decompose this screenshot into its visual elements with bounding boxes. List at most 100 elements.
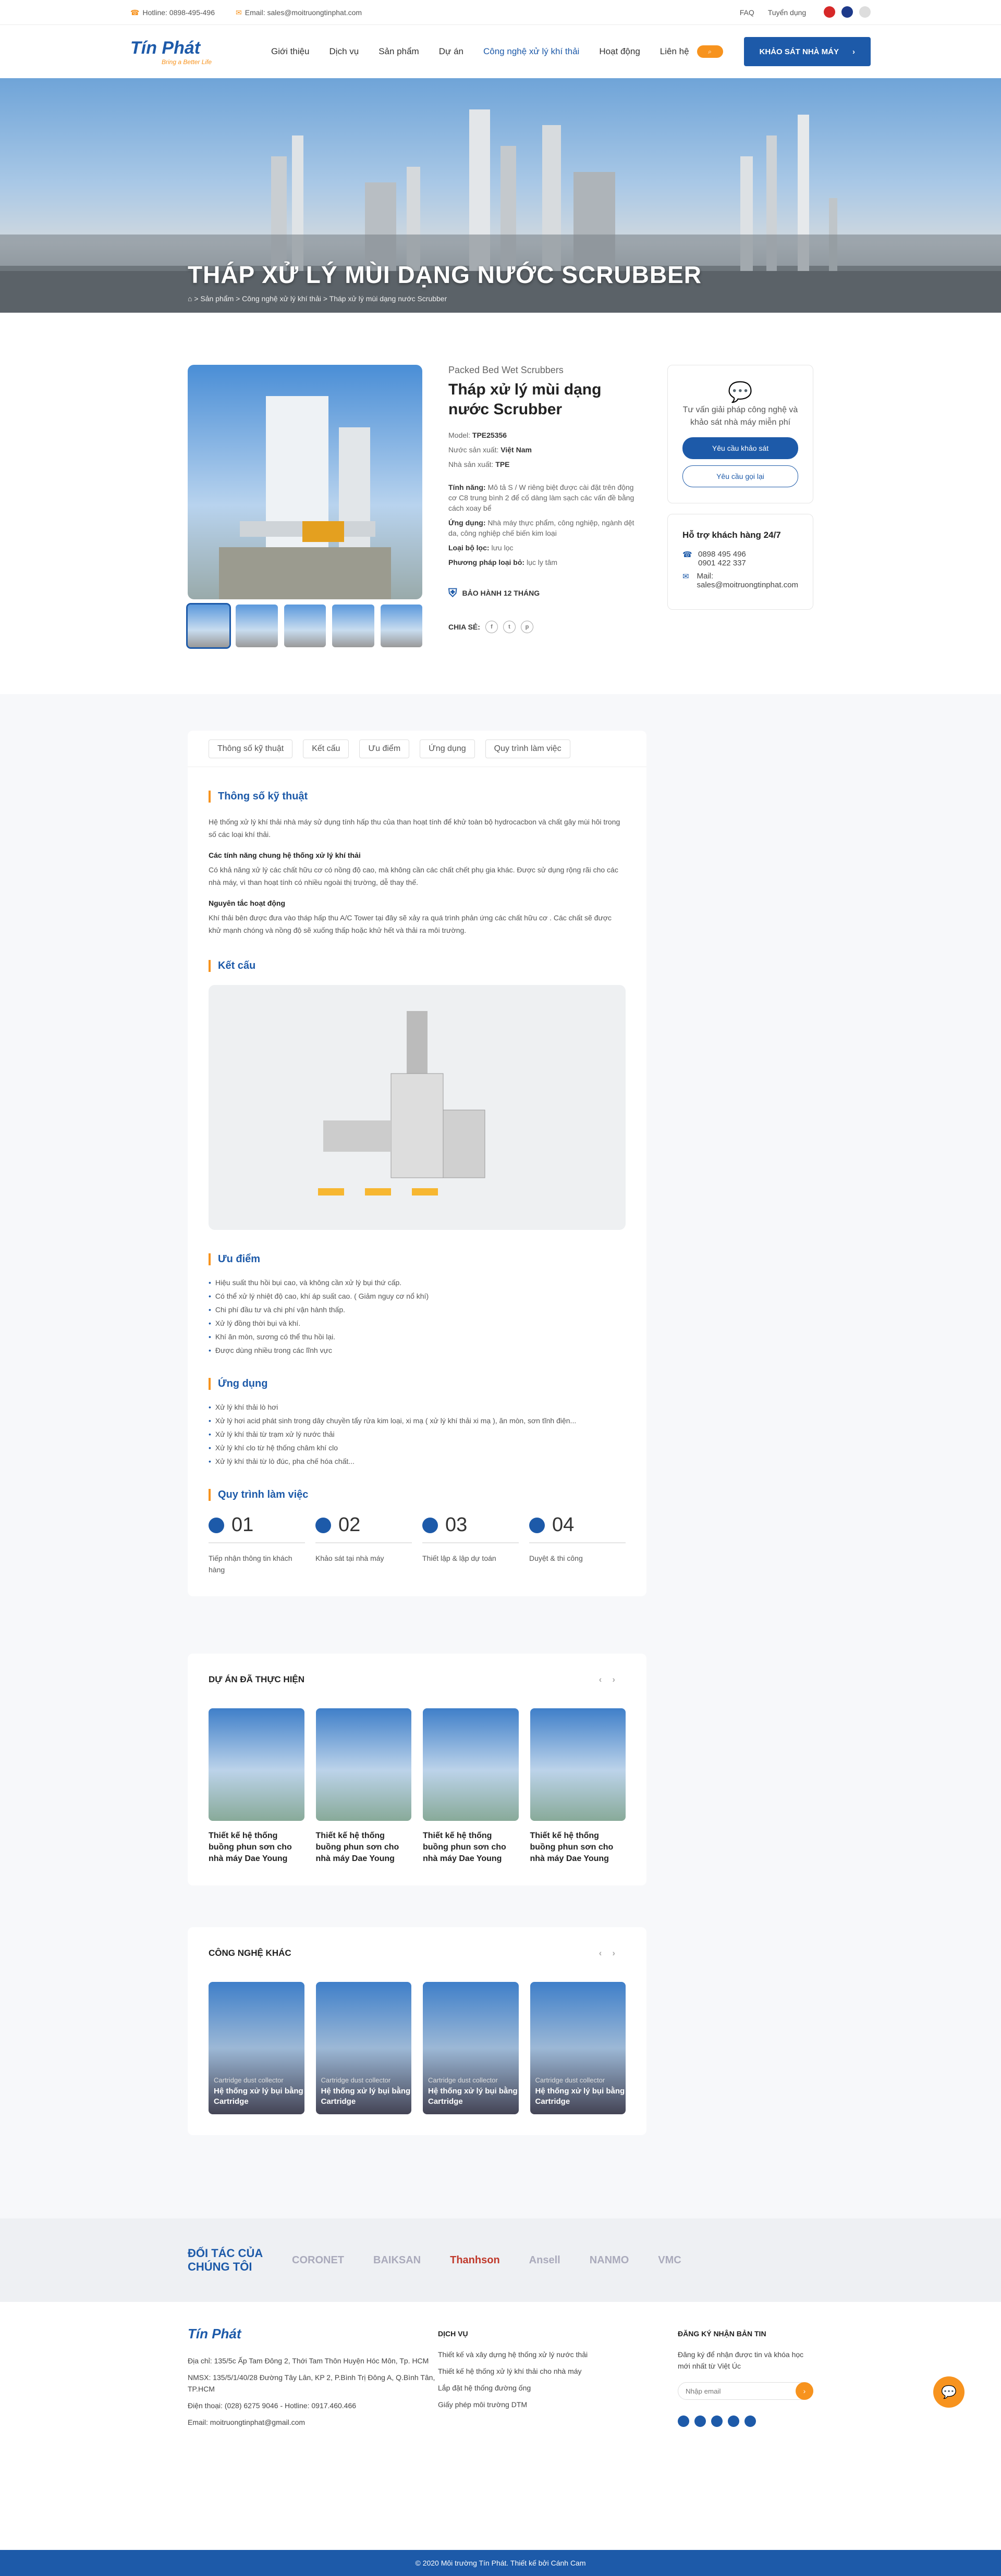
partner-logo[interactable]: CORONET bbox=[292, 2254, 344, 2266]
footer-link[interactable]: Thiết kế và xây dựng hệ thống xử lý nước… bbox=[438, 2349, 678, 2360]
pinterest-icon[interactable]: p bbox=[520, 621, 533, 633]
breadcrumb[interactable]: ⌂ > Sản phẩm > Công nghệ xử lý khí thải … bbox=[188, 294, 447, 303]
thumbnail[interactable] bbox=[186, 603, 231, 649]
chevron-left-icon[interactable]: ‹ bbox=[599, 1674, 613, 1684]
whatsapp-icon[interactable] bbox=[744, 2415, 756, 2427]
email[interactable]: ✉ Email: sales@moitruongtinphat.com bbox=[236, 8, 362, 17]
youtube-icon[interactable] bbox=[694, 2415, 706, 2427]
structure-diagram bbox=[209, 985, 626, 1230]
mail-icon[interactable] bbox=[728, 2415, 739, 2427]
partner-logo[interactable]: VMC bbox=[658, 2254, 681, 2266]
logo-tagline: Bring a Better Life bbox=[162, 58, 212, 66]
chevron-left-icon[interactable]: ‹ bbox=[599, 1948, 613, 1958]
maker-value: TPE bbox=[495, 460, 510, 469]
partner-logo[interactable]: Thanhson bbox=[450, 2254, 500, 2266]
search-icon[interactable]: ⌕ bbox=[697, 45, 723, 58]
tab-advantages[interactable]: Ưu điểm bbox=[359, 739, 410, 758]
tab-structure[interactable]: Kết cấu bbox=[303, 739, 349, 758]
facebook-icon[interactable] bbox=[678, 2415, 689, 2427]
submit-arrow-icon[interactable]: › bbox=[796, 2382, 813, 2400]
request-callback-button[interactable]: Yêu cầu gọi lại bbox=[682, 465, 798, 487]
logo[interactable]: Tín Phát Bring a Better Life bbox=[130, 38, 255, 66]
footer-email[interactable]: Email: moitruongtinphat@gmail.com bbox=[188, 2417, 438, 2428]
survey-button[interactable]: KHẢO SÁT NHÀ MÁY › bbox=[743, 37, 871, 66]
support-phone-2[interactable]: 0901 422 337 bbox=[698, 559, 746, 568]
hotline[interactable]: ☎ Hotline: 0898-495-496 bbox=[130, 8, 215, 17]
twitter-icon[interactable]: t bbox=[503, 621, 516, 633]
tech-card[interactable]: Cartridge dust collector Hệ thống xử lý b… bbox=[530, 1982, 626, 2114]
phone-icon: ☎ bbox=[682, 550, 692, 559]
hero-banner: THÁP XỬ LÝ MÙI DẠNG NƯỚC SCRUBBER ⌂ > Sả… bbox=[0, 78, 1001, 313]
app-label: Ứng dụng: bbox=[448, 519, 486, 527]
tech-card[interactable]: Cartridge dust collector Hệ thống xử lý b… bbox=[423, 1982, 519, 2114]
footer-link[interactable]: Giấy phép môi trường DTM bbox=[438, 2399, 678, 2410]
email-text: Email: sales@moitruongtinphat.com bbox=[245, 8, 362, 17]
support-mail[interactable]: sales@moitruongtinphat.com bbox=[697, 581, 799, 589]
flag-uk-icon[interactable] bbox=[841, 6, 853, 18]
support-phone-1[interactable]: 0898 495 496 bbox=[698, 550, 746, 559]
tech-carousel: CÔNG NGHỆ KHÁC ‹› Cartridge dust collecto… bbox=[188, 1927, 646, 2135]
faq-link[interactable]: FAQ bbox=[740, 8, 754, 17]
flag-vn-icon[interactable] bbox=[824, 6, 836, 18]
nav-contact[interactable]: Liên hệ bbox=[660, 46, 689, 57]
scrubber-image bbox=[219, 396, 391, 599]
logo-brand: Tín Phát bbox=[130, 38, 201, 58]
phone-icon: ☎ bbox=[130, 8, 140, 17]
tab-process[interactable]: Quy trình làm việc bbox=[485, 739, 570, 758]
tech-card[interactable]: Cartridge dust collector Hệ thống xử lý b… bbox=[315, 1982, 411, 2114]
nav-activities[interactable]: Hoạt động bbox=[599, 46, 640, 57]
nav-projects[interactable]: Dự án bbox=[439, 46, 463, 57]
request-survey-button[interactable]: Yêu cầu khảo sát bbox=[682, 437, 798, 459]
nav-products[interactable]: Sản phẩm bbox=[379, 46, 419, 57]
filter-value: lưu lọc bbox=[491, 544, 514, 552]
process-step: 02 Khảo sát tại nhà máy bbox=[315, 1514, 412, 1575]
tab-applications[interactable]: Ứng dụng bbox=[420, 739, 475, 758]
thumbnail[interactable] bbox=[380, 605, 423, 647]
project-card[interactable]: Thiết kế hệ thống buồng phun sơn cho nhà… bbox=[530, 1708, 626, 1865]
origin-label: Nước sản xuất: bbox=[448, 446, 499, 454]
nav-about[interactable]: Giới thiệu bbox=[271, 46, 310, 57]
partner-logo[interactable]: Ansell bbox=[529, 2254, 560, 2266]
project-card[interactable]: Thiết kế hệ thống buồng phun sơn cho nhà… bbox=[423, 1708, 519, 1865]
facebook-icon[interactable]: f bbox=[485, 621, 498, 633]
project-image bbox=[423, 1708, 519, 1821]
product-info: Packed Bed Wet Scrubbers Tháp xử lý mùi … bbox=[448, 365, 641, 647]
warranty-text: BẢO HÀNH 12 THÁNG bbox=[462, 589, 540, 597]
product-name: Tháp xử lý mùi dạng nước Scrubber bbox=[448, 381, 602, 418]
chevron-right-icon[interactable]: › bbox=[612, 1674, 626, 1684]
step-label: Tiếp nhận thông tin khách hàng bbox=[209, 1554, 292, 1574]
newsletter-desc: Đăng ký để nhận được tin và khóa học mới… bbox=[678, 2350, 804, 2370]
tech-card[interactable]: Cartridge dust collector Hệ thống xử lý b… bbox=[209, 1982, 304, 2114]
thumbnail[interactable] bbox=[332, 605, 374, 647]
recruit-link[interactable]: Tuyển dụng bbox=[768, 8, 806, 17]
applications-list: Xử lý khí thải lò hơi Xử lý hơi acid phá… bbox=[209, 1403, 626, 1465]
nav-technology[interactable]: Công nghệ xử lý khí thải bbox=[483, 46, 579, 57]
partners-title: ĐỐI TÁC CỦA CHÚNG TÔI bbox=[188, 2247, 263, 2273]
product-main-image[interactable] bbox=[188, 365, 422, 599]
instagram-icon[interactable] bbox=[711, 2415, 723, 2427]
nav-services[interactable]: Dịch vụ bbox=[329, 46, 359, 57]
flag-kr-icon[interactable] bbox=[859, 6, 871, 18]
product-gallery bbox=[186, 365, 423, 649]
project-card[interactable]: Thiết kế hệ thống buồng phun sơn cho nhà… bbox=[209, 1708, 304, 1865]
sidebar: 💬 Tư vấn giải pháp công nghệ và khảo sát… bbox=[667, 365, 813, 647]
chevron-right-icon[interactable]: › bbox=[612, 1948, 626, 1958]
chat-icon[interactable]: 💬 bbox=[933, 2376, 965, 2408]
tech-name: Hệ thống xử lý bụi bằng Cartridge bbox=[321, 2087, 411, 2106]
partner-logo[interactable]: BAIKSAN bbox=[373, 2254, 421, 2266]
project-card[interactable]: Thiết kế hệ thống buồng phun sơn cho nhà… bbox=[315, 1708, 411, 1865]
footer-link[interactable]: Lắp đặt hệ thống đường ống bbox=[438, 2382, 678, 2394]
footer-link[interactable]: Thiết kế hệ thống xử lý khí thải cho nhà… bbox=[438, 2365, 678, 2377]
tech-category: Cartridge dust collector bbox=[321, 2076, 391, 2084]
newsletter-email-input[interactable] bbox=[678, 2382, 813, 2400]
thumbnail[interactable] bbox=[284, 605, 326, 647]
tab-specs[interactable]: Thông số kỹ thuật bbox=[209, 739, 293, 758]
thumbnail[interactable] bbox=[236, 605, 278, 647]
mail-label: Mail: bbox=[697, 572, 714, 581]
footer-logo[interactable]: Tín Phát bbox=[188, 2327, 313, 2340]
footer-factory: NMSX: 135/5/1/40/28 Đường Tây Lân, KP 2,… bbox=[188, 2373, 435, 2393]
detail-tabs: Thông số kỹ thuật Kết cấu Ưu điểm Ứng dụ… bbox=[188, 731, 646, 767]
list-item: Xử lý hơi acid phát sinh trong dây chuyề… bbox=[209, 1416, 626, 1425]
tech-category: Cartridge dust collector bbox=[428, 2076, 498, 2084]
partner-logo[interactable]: NANMO bbox=[590, 2254, 629, 2266]
